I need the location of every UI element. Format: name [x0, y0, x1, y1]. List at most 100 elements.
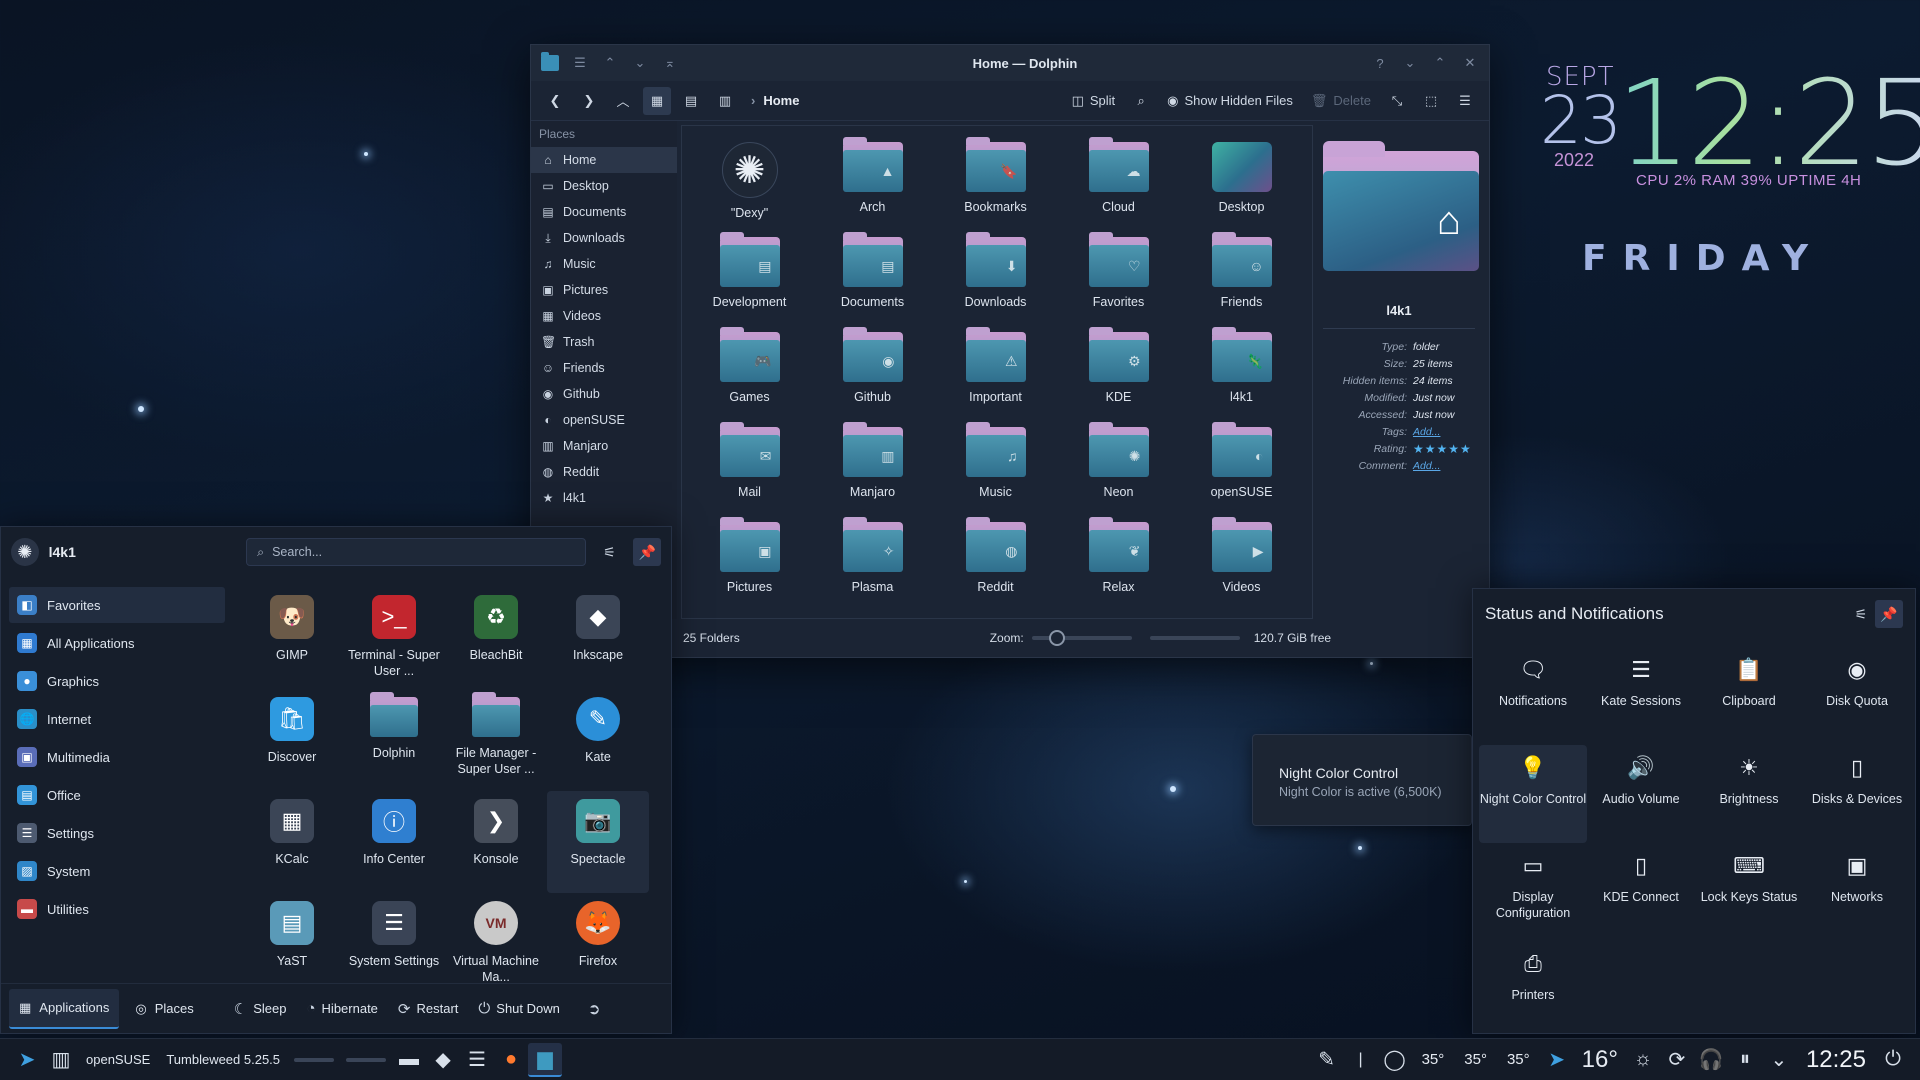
restart-button[interactable]: ⟳ Restart: [398, 1000, 458, 1018]
app-tile[interactable]: ◆ Inkscape: [547, 587, 649, 689]
kde-connect-tray-button[interactable]: ➤: [1540, 1043, 1574, 1077]
place-item[interactable]: ⤓ Downloads: [531, 225, 677, 251]
place-item[interactable]: ▭ Desktop: [531, 173, 677, 199]
folder-item[interactable]: ✺ Neon: [1057, 419, 1180, 514]
folder-item[interactable]: ⬇ Downloads: [934, 229, 1057, 324]
keep-above-icon[interactable]: ⌃: [601, 54, 619, 72]
app-tile[interactable]: ▦ KCalc: [241, 791, 343, 893]
category-item[interactable]: ▤ Office: [9, 777, 225, 813]
dolphin-app-icon[interactable]: [541, 52, 559, 72]
hamburger-menu-button[interactable]: ☰: [1451, 87, 1479, 115]
folder-item[interactable]: ⚙ KDE: [1057, 324, 1180, 419]
close-icon[interactable]: ✕: [1461, 54, 1479, 72]
folder-item[interactable]: ▤ Development: [688, 229, 811, 324]
folder-item[interactable]: ☺ Friends: [1180, 229, 1303, 324]
task-inkscape[interactable]: ◆: [426, 1043, 460, 1077]
place-item[interactable]: ⌂ Home: [531, 147, 677, 173]
info-add-link[interactable]: Add...: [1413, 424, 1440, 441]
launcher-button[interactable]: ➤: [10, 1043, 44, 1077]
tray-item[interactable]: 📋 Clipboard: [1695, 647, 1803, 745]
compact-view-button[interactable]: ▤: [677, 87, 705, 115]
zoom-slider[interactable]: [1031, 630, 1132, 646]
folder-item[interactable]: 🎮 Games: [688, 324, 811, 419]
split-button[interactable]: ◫ Split: [1066, 87, 1122, 115]
tray-expander-button[interactable]: ⌄: [1762, 1043, 1796, 1077]
pager-button[interactable]: ▥: [44, 1043, 78, 1077]
app-tile[interactable]: ✎ Kate: [547, 689, 649, 791]
place-item[interactable]: ▤ Documents: [531, 199, 677, 225]
show-hidden-files-button[interactable]: ◉ Show Hidden Files: [1161, 87, 1299, 115]
tray-item[interactable]: ☀ Brightness: [1695, 745, 1803, 843]
folder-item[interactable]: ♫ Music: [934, 419, 1057, 514]
shutdown-button[interactable]: ⏻ Shut Down: [478, 1000, 559, 1017]
category-item[interactable]: ☰ Settings: [9, 815, 225, 851]
app-tile[interactable]: ♻ BleachBit: [445, 587, 547, 689]
avatar[interactable]: ✺: [11, 538, 39, 566]
app-tile[interactable]: >_ Terminal - Super User ...: [343, 587, 445, 689]
task-system-settings[interactable]: ☰: [460, 1043, 494, 1077]
sleep-button[interactable]: ☾ Sleep: [234, 1000, 287, 1018]
folder-item[interactable]: ☁ Cloud: [1057, 134, 1180, 229]
folder-item[interactable]: ◐ openSUSE: [1180, 419, 1303, 514]
place-item[interactable]: ▦ Videos: [531, 303, 677, 329]
tray-item[interactable]: ☰ Kate Sessions: [1587, 647, 1695, 745]
app-tile[interactable]: 🦊 Firefox: [547, 893, 649, 995]
info-add-link[interactable]: Add...: [1413, 458, 1440, 475]
fit-icons-button[interactable]: ⤡: [1383, 87, 1411, 115]
tray-item[interactable]: ▣ Networks: [1803, 843, 1911, 941]
search-button[interactable]: ⌕: [1127, 87, 1155, 115]
app-tile[interactable]: File Manager - Super User ...: [445, 689, 547, 791]
back-button[interactable]: ❮: [541, 87, 569, 115]
folder-item[interactable]: ▥ Manjaro: [811, 419, 934, 514]
folder-item[interactable]: 🦎 l4k1: [1180, 324, 1303, 419]
breadcrumb[interactable]: › Home: [751, 93, 799, 108]
breadcrumb-home[interactable]: Home: [763, 93, 799, 108]
category-item[interactable]: ▨ System: [9, 853, 225, 889]
tray-item[interactable]: ⎙ Printers: [1479, 941, 1587, 1039]
app-tile[interactable]: VM Virtual Machine Ma...: [445, 893, 547, 995]
app-tile[interactable]: ❯ Konsole: [445, 791, 547, 893]
panel-clock[interactable]: 12:25: [1806, 1046, 1866, 1074]
up-button[interactable]: ︿: [609, 87, 637, 115]
updates-button[interactable]: ⟳: [1660, 1043, 1694, 1077]
place-item[interactable]: ◐ openSUSE: [531, 407, 677, 433]
task-dolphin[interactable]: ▆: [528, 1042, 563, 1077]
tab-places[interactable]: ◎ Places: [125, 989, 203, 1029]
launcher-settings-button[interactable]: ⚟: [596, 538, 624, 566]
weather-button[interactable]: ☼: [1626, 1043, 1660, 1077]
window-titlebar[interactable]: ☰ ⌃ ⌄ ⌅ Home — Dolphin ? ⌄ ⌃ ✕: [531, 45, 1489, 81]
tray-item[interactable]: ▯ Disks & Devices: [1803, 745, 1911, 843]
app-tile[interactable]: ▤ YaST: [241, 893, 343, 995]
icons-view-button[interactable]: ▦: [643, 86, 671, 115]
audio-tray-button[interactable]: 🎧: [1694, 1043, 1728, 1077]
folder-item[interactable]: ♡ Favorites: [1057, 229, 1180, 324]
tray-item[interactable]: 🔊 Audio Volume: [1587, 745, 1695, 843]
minimize-icon[interactable]: ⌄: [1401, 54, 1419, 72]
weather-temp[interactable]: 16°: [1582, 1046, 1618, 1074]
tab-applications[interactable]: ▦ Applications: [9, 988, 120, 1029]
place-item[interactable]: ☺ Friends: [531, 355, 677, 381]
maximize-icon[interactable]: ⌃: [1431, 54, 1449, 72]
rating-stars[interactable]: ★★★★★: [1413, 441, 1472, 458]
folder-item[interactable]: ✉ Mail: [688, 419, 811, 514]
place-item[interactable]: ◉ Github: [531, 381, 677, 407]
tray-item[interactable]: ⌨ Lock Keys Status: [1695, 843, 1803, 941]
category-item[interactable]: ● Graphics: [9, 663, 225, 699]
search-input[interactable]: ⌕ Search...: [246, 538, 586, 566]
folder-item[interactable]: ▣ Pictures: [688, 514, 811, 609]
tray-settings-button[interactable]: ⚟: [1847, 600, 1875, 628]
folder-item[interactable]: ⚠ Important: [934, 324, 1057, 419]
category-item[interactable]: ▦ All Applications: [9, 625, 225, 661]
hibernate-button[interactable]: ◔ Hibernate: [306, 1000, 377, 1017]
leave-button[interactable]: ➲: [588, 1000, 601, 1018]
place-item[interactable]: ▣ Pictures: [531, 277, 677, 303]
zoom-slider-handle[interactable]: [1048, 630, 1065, 646]
folder-item[interactable]: 🔖 Bookmarks: [934, 134, 1057, 229]
menu-icon[interactable]: ☰: [571, 54, 589, 72]
place-item[interactable]: ◍ Reddit: [531, 459, 677, 485]
tray-item[interactable]: 🗨 Notifications: [1479, 647, 1587, 745]
category-item[interactable]: ◧ Favorites: [9, 587, 225, 623]
select-button[interactable]: ⬚: [1417, 87, 1445, 115]
app-tile[interactable]: ☰ System Settings: [343, 893, 445, 995]
task-window-button[interactable]: ▬: [392, 1043, 426, 1077]
